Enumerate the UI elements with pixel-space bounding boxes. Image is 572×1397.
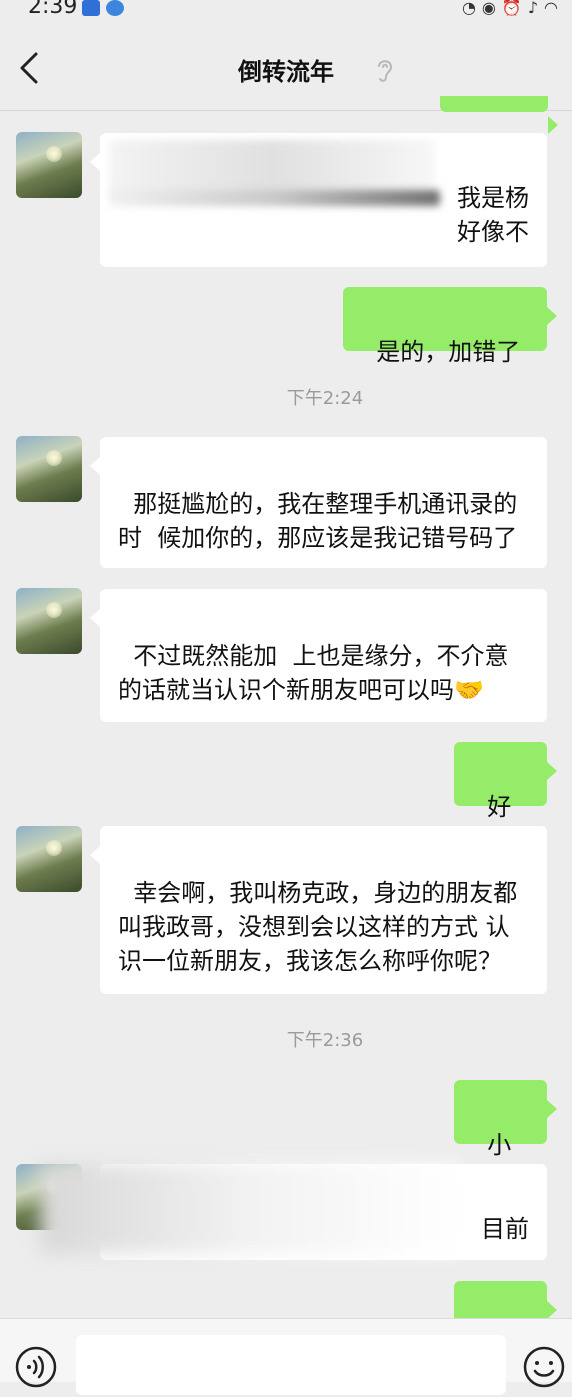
message-text: 那挺尴尬的，我在整理手机通讯录的时 候加你的，那应该是我记错号码了	[118, 490, 518, 552]
alarm-icon: ⏰	[501, 0, 528, 17]
status-right-icons: ◔◉⏰♪◠	[462, 0, 564, 17]
message-text: 我是杨 好像不	[457, 184, 529, 246]
message-bubble-out[interactable]: 是的，加错了	[343, 287, 557, 366]
page-title[interactable]: 倒转流年	[0, 52, 572, 87]
eye-icon: ◉	[481, 0, 502, 17]
message-timestamp: 下午2:36	[286, 1030, 364, 1051]
avatar[interactable]	[16, 436, 82, 502]
voice-icon[interactable]	[14, 1345, 58, 1389]
message-timestamp: 下午2:24	[286, 388, 364, 409]
mute-icon: ♪	[527, 0, 545, 17]
message-bubble-out[interactable]: 好的	[454, 742, 557, 855]
message-bubble-out[interactable]: 小林	[454, 1080, 557, 1193]
avatar[interactable]	[16, 826, 82, 892]
input-bar	[0, 1318, 572, 1395]
message-bubble-out-partial[interactable]	[440, 96, 558, 134]
message-bubble-in[interactable]: 那挺尴尬的，我在整理手机通讯录的时 候加你的，那应该是我记错号码了	[90, 437, 547, 568]
wifi-icon: ◠	[544, 0, 564, 17]
message-text: 幸会啊，我叫杨克政，身边的朋友都叫我政哥，没想到会以这样的方式 认识一位新朋友，…	[118, 879, 518, 975]
avatar[interactable]	[16, 132, 82, 198]
message-text: 不过既然能加 上也是缘分，不介意的话就当认识个新朋友吧可以吗	[118, 642, 509, 704]
app-notification-icon	[82, 0, 100, 16]
app-notification-icon-2	[106, 0, 124, 16]
blurred-region	[110, 190, 440, 206]
status-bar: 2:39 ◔◉⏰♪◠	[0, 0, 572, 22]
handshake-emoji: 🤝	[454, 676, 484, 704]
avatar[interactable]	[16, 588, 82, 654]
speed-icon: ◔	[461, 0, 482, 17]
message-bubble-in[interactable]: 不过既然能加 上也是缘分，不介意的话就当认识个新朋友吧可以吗🤝	[90, 589, 547, 722]
message-bubble-in[interactable]: 幸会啊，我叫杨克政，身边的朋友都叫我政哥，没想到会以这样的方式 认识一位新朋友，…	[90, 826, 547, 994]
status-time: 2:39	[28, 0, 78, 19]
emoji-icon[interactable]	[522, 1345, 566, 1389]
blurred-region	[40, 1164, 460, 1254]
message-input[interactable]	[76, 1335, 506, 1395]
message-text: 目前	[481, 1215, 529, 1243]
ear-icon	[378, 60, 393, 82]
message-text: 是的，加错了	[376, 338, 521, 366]
